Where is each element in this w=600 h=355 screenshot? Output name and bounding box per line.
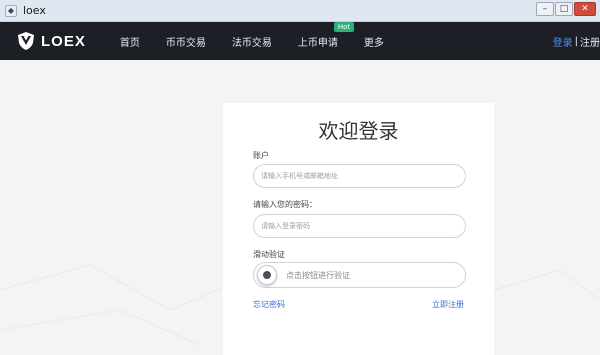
hot-badge: Hot [333,21,355,32]
auth-separator: | [574,35,578,47]
nav-item-more[interactable]: 更多 [364,34,384,49]
nav-item-coin-trading[interactable]: 币币交易 [166,34,206,49]
login-card: 欢迎登录 账户 请输入您的密码： 滑动验证 点击按钮进行验证 忘记密码 立即注册 [223,103,494,355]
top-navbar: LOEX 首页 币币交易 法币交易 上币申请 Hot 更多 登录 | 注册 [0,21,600,60]
minimize-button[interactable]: – [536,2,554,16]
login-title: 欢迎登录 [318,119,399,143]
slider-verify-knob[interactable] [257,265,277,285]
window-titlebar: ◆ loex – □ ✕ [0,0,600,22]
slider-verify-text: 点击按钮进行验证 [286,270,350,280]
password-input[interactable] [253,214,466,238]
account-input[interactable] [253,164,466,188]
forgot-password-link[interactable]: 忘记密码 [253,299,285,310]
main-nav: 首页 币币交易 法币交易 上币申请 Hot 更多 [120,21,410,49]
maximize-button[interactable]: □ [555,2,573,16]
brand-logo[interactable]: LOEX [16,31,86,51]
register-now-link[interactable]: 立即注册 [432,299,464,310]
slider-verify-label: 滑动验证 [253,250,285,259]
close-button[interactable]: ✕ [574,2,596,16]
app-icon: ◆ [5,4,17,17]
slider-verify-track[interactable]: 点击按钮进行验证 [253,262,466,288]
shield-logo-icon [18,32,34,50]
main-content: 欢迎登录 账户 请输入您的密码： 滑动验证 点击按钮进行验证 忘记密码 立即注册 [0,60,600,355]
login-link[interactable]: 登录 [553,34,573,49]
account-label: 账户 [253,151,269,160]
auth-links: 登录 | 注册 [553,22,600,60]
window-title: loex [23,4,46,17]
password-label: 请输入您的密码： [253,200,317,209]
nav-item-fiat-trading[interactable]: 法币交易 [232,34,272,49]
nav-item-listing-label: 上币申请 [297,37,338,49]
window-controls: – □ ✕ [536,2,596,16]
nav-item-listing-application[interactable]: 上币申请 Hot [297,21,355,49]
register-nav-link[interactable]: 注册 [580,34,600,49]
nav-item-home[interactable]: 首页 [120,34,140,49]
brand-name: LOEX [41,32,86,50]
